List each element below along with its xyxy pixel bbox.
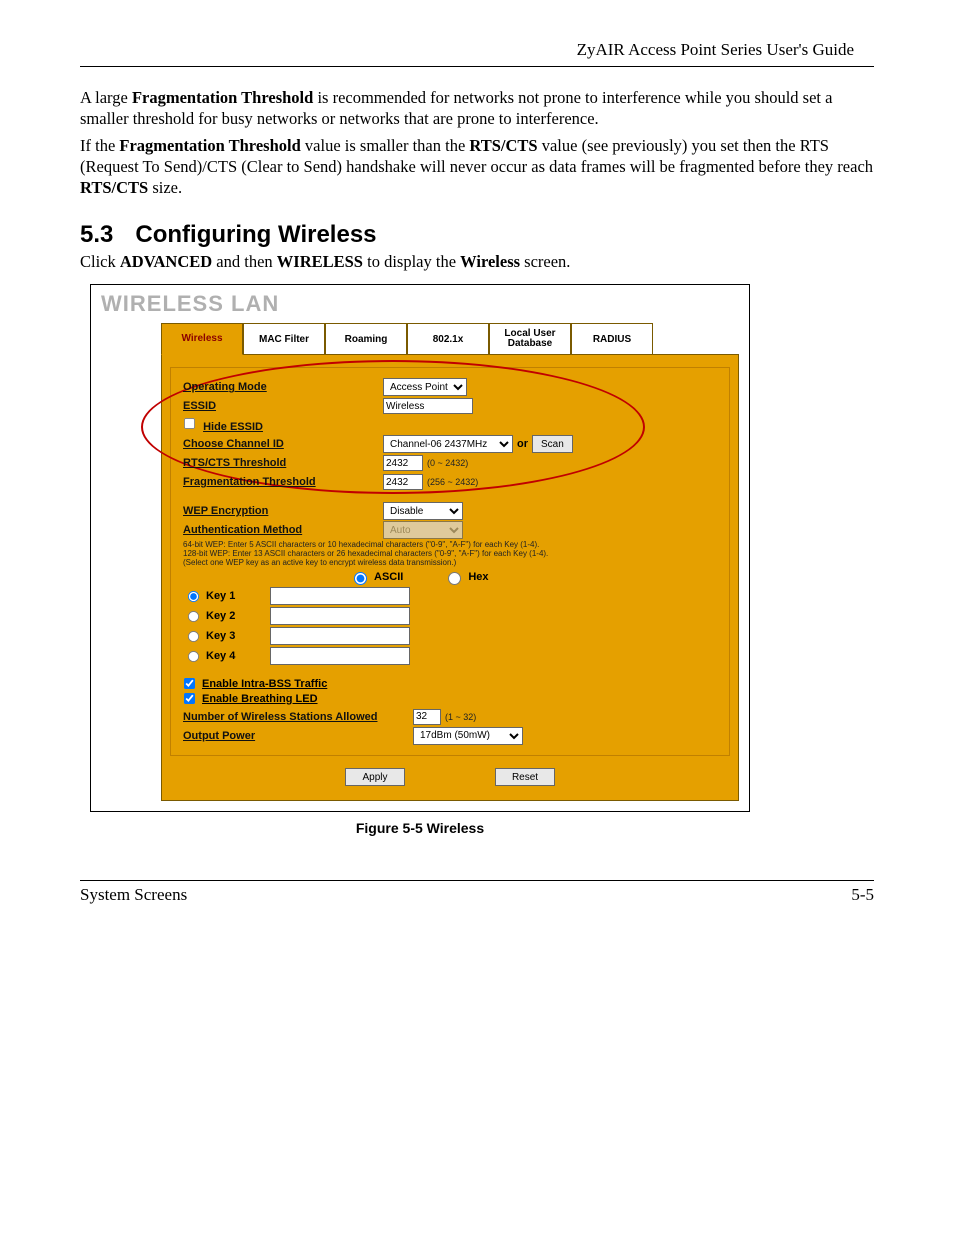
text-ascii: ASCII xyxy=(374,571,403,583)
select-output-power[interactable]: 17dBm (50mW) xyxy=(413,727,523,745)
text-hex: Hex xyxy=(468,571,488,583)
text-or: or xyxy=(517,438,528,450)
term-rts-cts: RTS/CTS xyxy=(80,178,148,197)
label-essid: ESSID xyxy=(179,400,383,412)
term-rts-cts: RTS/CTS xyxy=(469,136,537,155)
input-rtscts[interactable] xyxy=(383,455,423,471)
label-key2: Key 2 xyxy=(206,610,270,622)
section-number: 5.3 xyxy=(80,221,113,249)
select-wep[interactable]: Disable xyxy=(383,502,463,520)
wep-note-line: (Select one WEP key as an active key to … xyxy=(183,558,583,567)
tab-radius[interactable]: RADIUS xyxy=(571,323,653,355)
input-frag[interactable] xyxy=(383,474,423,490)
label-auth: Authentication Method xyxy=(179,524,383,536)
input-key2[interactable] xyxy=(270,607,410,625)
wep-note-line: 128-bit WEP: Enter 13 ASCII characters o… xyxy=(183,549,583,558)
text: Click xyxy=(80,252,120,271)
term-frag-threshold: Fragmentation Threshold xyxy=(119,136,300,155)
checkbox-breathing-led[interactable] xyxy=(184,693,195,704)
range-frag: (256 ~ 2432) xyxy=(427,477,478,487)
tab-wireless[interactable]: Wireless xyxy=(161,323,243,355)
input-key4[interactable] xyxy=(270,647,410,665)
label-rtscts: RTS/CTS Threshold xyxy=(179,457,383,469)
radio-ascii[interactable] xyxy=(354,572,367,585)
input-key3[interactable] xyxy=(270,627,410,645)
radio-hex[interactable] xyxy=(448,572,461,585)
term-advanced: ADVANCED xyxy=(120,252,212,271)
figure-caption: Figure 5-5 Wireless xyxy=(90,820,750,836)
term-wireless: WIRELESS xyxy=(277,252,363,271)
text: A large xyxy=(80,88,132,107)
paragraph-1: A large Fragmentation Threshold is recom… xyxy=(80,87,874,129)
apply-button[interactable]: Apply xyxy=(345,768,405,786)
screenshot-title: WIRELESS LAN xyxy=(101,291,739,317)
checkbox-intra-bss[interactable] xyxy=(184,678,195,689)
tab-local-user-db[interactable]: Local User Database xyxy=(489,323,571,355)
select-auth[interactable]: Auto xyxy=(383,521,463,539)
text: size. xyxy=(148,178,182,197)
range-rtscts: (0 ~ 2432) xyxy=(427,458,468,468)
range-stations: (1 ~ 32) xyxy=(445,712,476,722)
term-frag-threshold: Fragmentation Threshold xyxy=(132,88,313,107)
label-output-power: Output Power xyxy=(179,730,413,742)
label-frag: Fragmentation Threshold xyxy=(179,476,383,488)
footer-page-number: 5-5 xyxy=(851,885,874,905)
footer-rule xyxy=(80,880,874,881)
input-essid[interactable] xyxy=(383,398,473,414)
paragraph-2: If the Fragmentation Threshold value is … xyxy=(80,135,874,198)
radio-key1[interactable] xyxy=(188,591,199,602)
text: screen. xyxy=(520,252,570,271)
label-hide-essid: Hide ESSID xyxy=(179,417,383,433)
text: If the xyxy=(80,136,119,155)
input-key1[interactable] xyxy=(270,587,410,605)
screenshot-frame: WIRELESS LAN Wireless MAC Filter Roaming… xyxy=(90,284,750,813)
section-title: Configuring Wireless xyxy=(135,221,376,248)
label-breathing-led: Enable Breathing LED xyxy=(202,693,318,705)
wep-note: 64-bit WEP: Enter 5 ASCII characters or … xyxy=(179,540,583,568)
text: to display the xyxy=(363,252,460,271)
wireless-panel: Operating Mode Access Point ESSID Hide E… xyxy=(161,354,739,802)
text-hide-essid: Hide ESSID xyxy=(203,421,263,433)
header-rule xyxy=(80,66,874,67)
reset-button[interactable]: Reset xyxy=(495,768,555,786)
radio-key4[interactable] xyxy=(188,651,199,662)
radio-hex-label[interactable]: Hex xyxy=(443,569,488,585)
label-intra-bss: Enable Intra-BSS Traffic xyxy=(202,678,327,690)
footer: System Screens 5-5 xyxy=(80,880,874,905)
text: value is smaller than the xyxy=(301,136,470,155)
checkbox-hide-essid[interactable] xyxy=(184,418,195,429)
footer-section: System Screens xyxy=(80,885,187,905)
wep-note-line: 64-bit WEP: Enter 5 ASCII characters or … xyxy=(183,540,583,549)
label-key4: Key 4 xyxy=(206,650,270,662)
panel-inner: Operating Mode Access Point ESSID Hide E… xyxy=(170,367,730,757)
scan-button[interactable]: Scan xyxy=(532,435,573,453)
radio-key3[interactable] xyxy=(188,631,199,642)
section-heading: 5.3 Configuring Wireless xyxy=(80,221,874,249)
section-intro: Click ADVANCED and then WIRELESS to disp… xyxy=(80,251,874,272)
header-guide-title: ZyAIR Access Point Series User's Guide xyxy=(80,40,874,60)
tab-roaming[interactable]: Roaming xyxy=(325,323,407,355)
tab-bar: Wireless MAC Filter Roaming 802.1x Local… xyxy=(161,323,739,355)
tab-8021x[interactable]: 802.1x xyxy=(407,323,489,355)
label-channel: Choose Channel ID xyxy=(179,438,383,450)
radio-ascii-label[interactable]: ASCII xyxy=(349,569,403,585)
label-wep: WEP Encryption xyxy=(179,505,383,517)
text: and then xyxy=(212,252,277,271)
input-stations[interactable] xyxy=(413,709,441,725)
term-wireless-screen: Wireless xyxy=(460,252,520,271)
tab-mac-filter[interactable]: MAC Filter xyxy=(243,323,325,355)
label-stations: Number of Wireless Stations Allowed xyxy=(179,711,413,723)
label-operating-mode: Operating Mode xyxy=(179,381,383,393)
label-key1: Key 1 xyxy=(206,590,270,602)
radio-key2[interactable] xyxy=(188,611,199,622)
label-key3: Key 3 xyxy=(206,630,270,642)
select-operating-mode[interactable]: Access Point xyxy=(383,378,467,396)
select-channel[interactable]: Channel-06 2437MHz xyxy=(383,435,513,453)
